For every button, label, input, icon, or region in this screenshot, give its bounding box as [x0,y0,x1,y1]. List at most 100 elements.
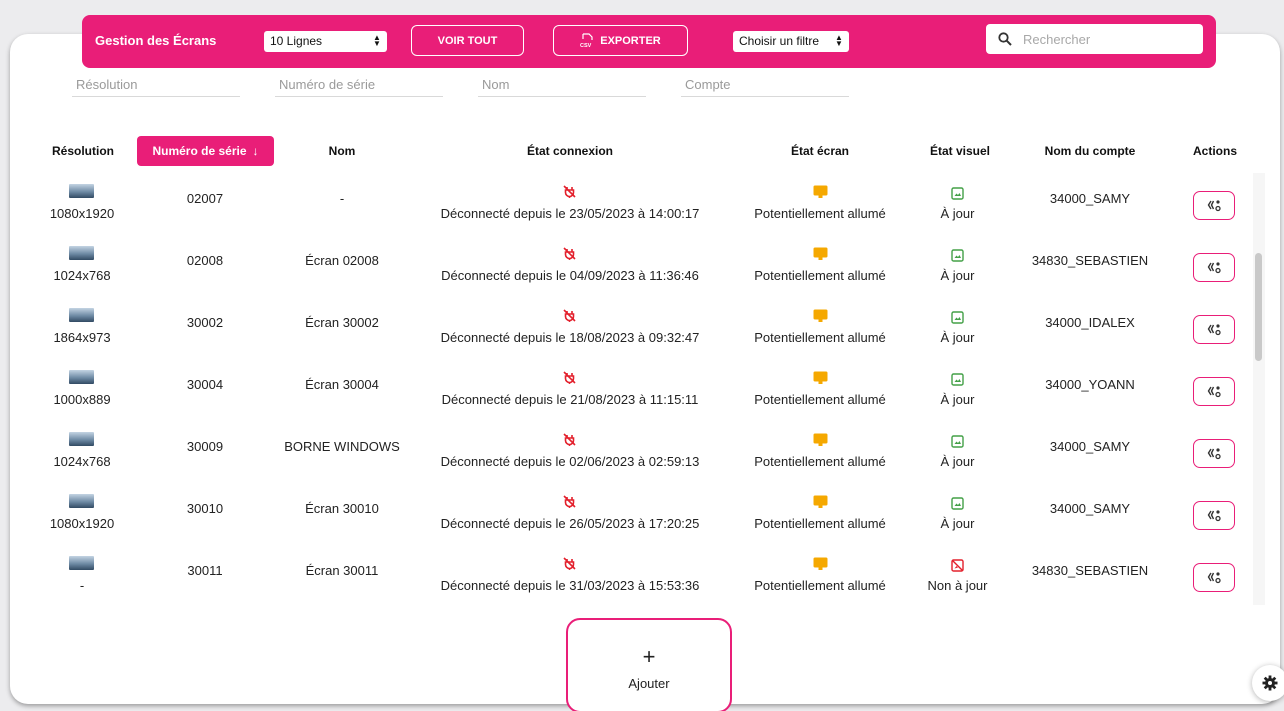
serial-filter-input[interactable]: Numéro de série [275,77,443,97]
row-action-button[interactable] [1193,253,1235,282]
table-row[interactable]: 1080x1920 30010 Écran 30010 Déconnecté depu… [0,494,1284,556]
account-cell: 34000_SAMY [1049,501,1131,516]
table-row[interactable]: 1000x889 30004 Écran 30004 Déconnecté depui… [0,370,1284,432]
sync-settings-icon [1207,324,1221,336]
gear-icon [1262,675,1278,691]
column-header-resolution[interactable]: Résolution [43,144,123,158]
column-header-name[interactable]: Nom [302,144,382,158]
filter-select[interactable]: Choisir un filtre ▲ ▼ [733,31,849,52]
column-header-screen[interactable]: État écran [760,144,880,158]
connection-status-cell: Déconnecté depuis le 18/08/2023 à 09:32:… [440,330,700,345]
image-check-icon [951,187,964,200]
screen-status-cell: Potentiellement allumé [754,330,886,345]
screen-thumbnail [69,432,94,446]
search-icon [998,32,1012,46]
plug-off-icon [563,557,576,570]
csv-file-icon: CSV [580,33,593,48]
connection-status-cell: Déconnecté depuis le 23/05/2023 à 14:00:… [440,206,700,221]
name-cell: - [339,191,345,206]
row-action-button[interactable] [1193,563,1235,592]
name-cell: Écran 30011 [305,563,379,578]
monitor-icon [813,433,828,446]
plug-off-icon [563,495,576,508]
column-header-connection[interactable]: État connexion [480,144,660,158]
image-check-icon [951,373,964,386]
name-cell: Écran 02008 [305,253,379,268]
name-cell: Écran 30004 [305,377,379,392]
view-all-label: VOIR TOUT [437,34,498,47]
row-action-button[interactable] [1193,501,1235,530]
table-row[interactable]: 1024x768 30009 BORNE WINDOWS Déconnecté dep… [0,432,1284,494]
table-scrollbar[interactable] [1253,173,1265,605]
serial-header-label: Numéro de série [152,144,247,158]
scrollbar-thumb[interactable] [1255,253,1262,361]
connection-status-cell: Déconnecté depuis le 31/03/2023 à 15:53:… [440,578,700,593]
add-label: Ajouter [628,676,670,691]
column-header-serial-sorted[interactable]: Numéro de série ↓ [137,136,274,166]
screen-status-cell: Potentiellement allumé [754,268,886,283]
screen-status-cell: Potentiellement allumé [754,454,886,469]
resolution-cell: 1080x1920 [49,206,115,221]
name-filter-input[interactable]: Nom [478,77,646,97]
serial-cell: 30002 [186,315,224,330]
plus-icon: + [642,644,656,669]
name-cell: BORNE WINDOWS [284,439,400,454]
select-arrows-icon: ▲ ▼ [835,33,843,48]
resolution-cell: 1000x889 [53,392,111,407]
search-box[interactable]: Rechercher [986,24,1203,54]
settings-button[interactable] [1252,665,1284,701]
row-action-button[interactable] [1193,439,1235,468]
screen-thumbnail [69,184,94,198]
visual-status-cell: À jour [940,392,975,407]
add-screen-button[interactable]: + Ajouter [566,618,732,711]
visual-status-cell: Non à jour [927,578,988,593]
resolution-cell: 1864x973 [53,330,111,345]
image-check-icon [951,311,964,324]
export-button[interactable]: CSV EXPORTER [553,25,688,56]
monitor-icon [813,309,828,322]
serial-cell: 30011 [187,563,223,578]
sync-settings-icon [1207,448,1221,460]
resolution-cell: 1024x768 [53,454,111,469]
visual-status-cell: À jour [940,206,975,221]
resolution-filter-input[interactable]: Résolution [72,77,240,97]
search-input[interactable]: Rechercher [1023,32,1090,47]
name-cell: Écran 30002 [305,315,379,330]
screen-thumbnail [69,308,94,322]
sync-settings-icon [1207,386,1221,398]
column-header-account[interactable]: Nom du compte [1030,144,1150,158]
sync-settings-icon [1207,510,1221,522]
monitor-icon [813,495,828,508]
connection-status-cell: Déconnecté depuis le 21/08/2023 à 11:15:… [441,392,699,407]
row-action-button[interactable] [1193,191,1235,220]
visual-status-cell: À jour [940,330,975,345]
plug-off-icon [563,185,576,198]
table-row[interactable]: 1864x973 30002 Écran 30002 Déconnecté depui… [0,308,1284,370]
screen-thumbnail [69,246,94,260]
lines-per-page-select[interactable]: 10 Lignes ▲ ▼ [264,31,387,52]
table-row[interactable]: 1024x768 02008 Écran 02008 Déconnecté depui… [0,246,1284,308]
table-row[interactable]: 1080x1920 02007 - Déconnecté depuis le 23/0… [0,184,1284,246]
plug-off-icon [563,433,576,446]
visual-status-cell: À jour [940,516,975,531]
page-title: Gestion des Écrans [95,33,217,48]
serial-cell: 02008 [186,253,224,268]
plug-off-icon [563,371,576,384]
image-check-icon [951,249,964,262]
connection-status-cell: Déconnecté depuis le 04/09/2023 à 11:36:… [441,268,699,283]
column-header-visual[interactable]: État visuel [910,144,1010,158]
account-cell: 34830_SEBASTIEN [1031,253,1149,268]
resolution-cell: - [79,578,85,593]
screen-thumbnail [69,370,94,384]
filter-select-value: Choisir un filtre [739,34,820,48]
row-action-button[interactable] [1193,377,1235,406]
serial-cell: 30009 [186,439,224,454]
image-off-icon [951,559,964,572]
table-row[interactable]: - 30011 Écran 30011 Déconnecté depuis le 31… [0,556,1284,618]
connection-status-cell: Déconnecté depuis le 26/05/2023 à 17:20:… [440,516,700,531]
serial-cell: 30010 [186,501,224,516]
row-action-button[interactable] [1193,315,1235,344]
account-filter-input[interactable]: Compte [681,77,849,97]
view-all-button[interactable]: VOIR TOUT [411,25,524,56]
account-cell: 34830_SEBASTIEN [1031,563,1149,578]
